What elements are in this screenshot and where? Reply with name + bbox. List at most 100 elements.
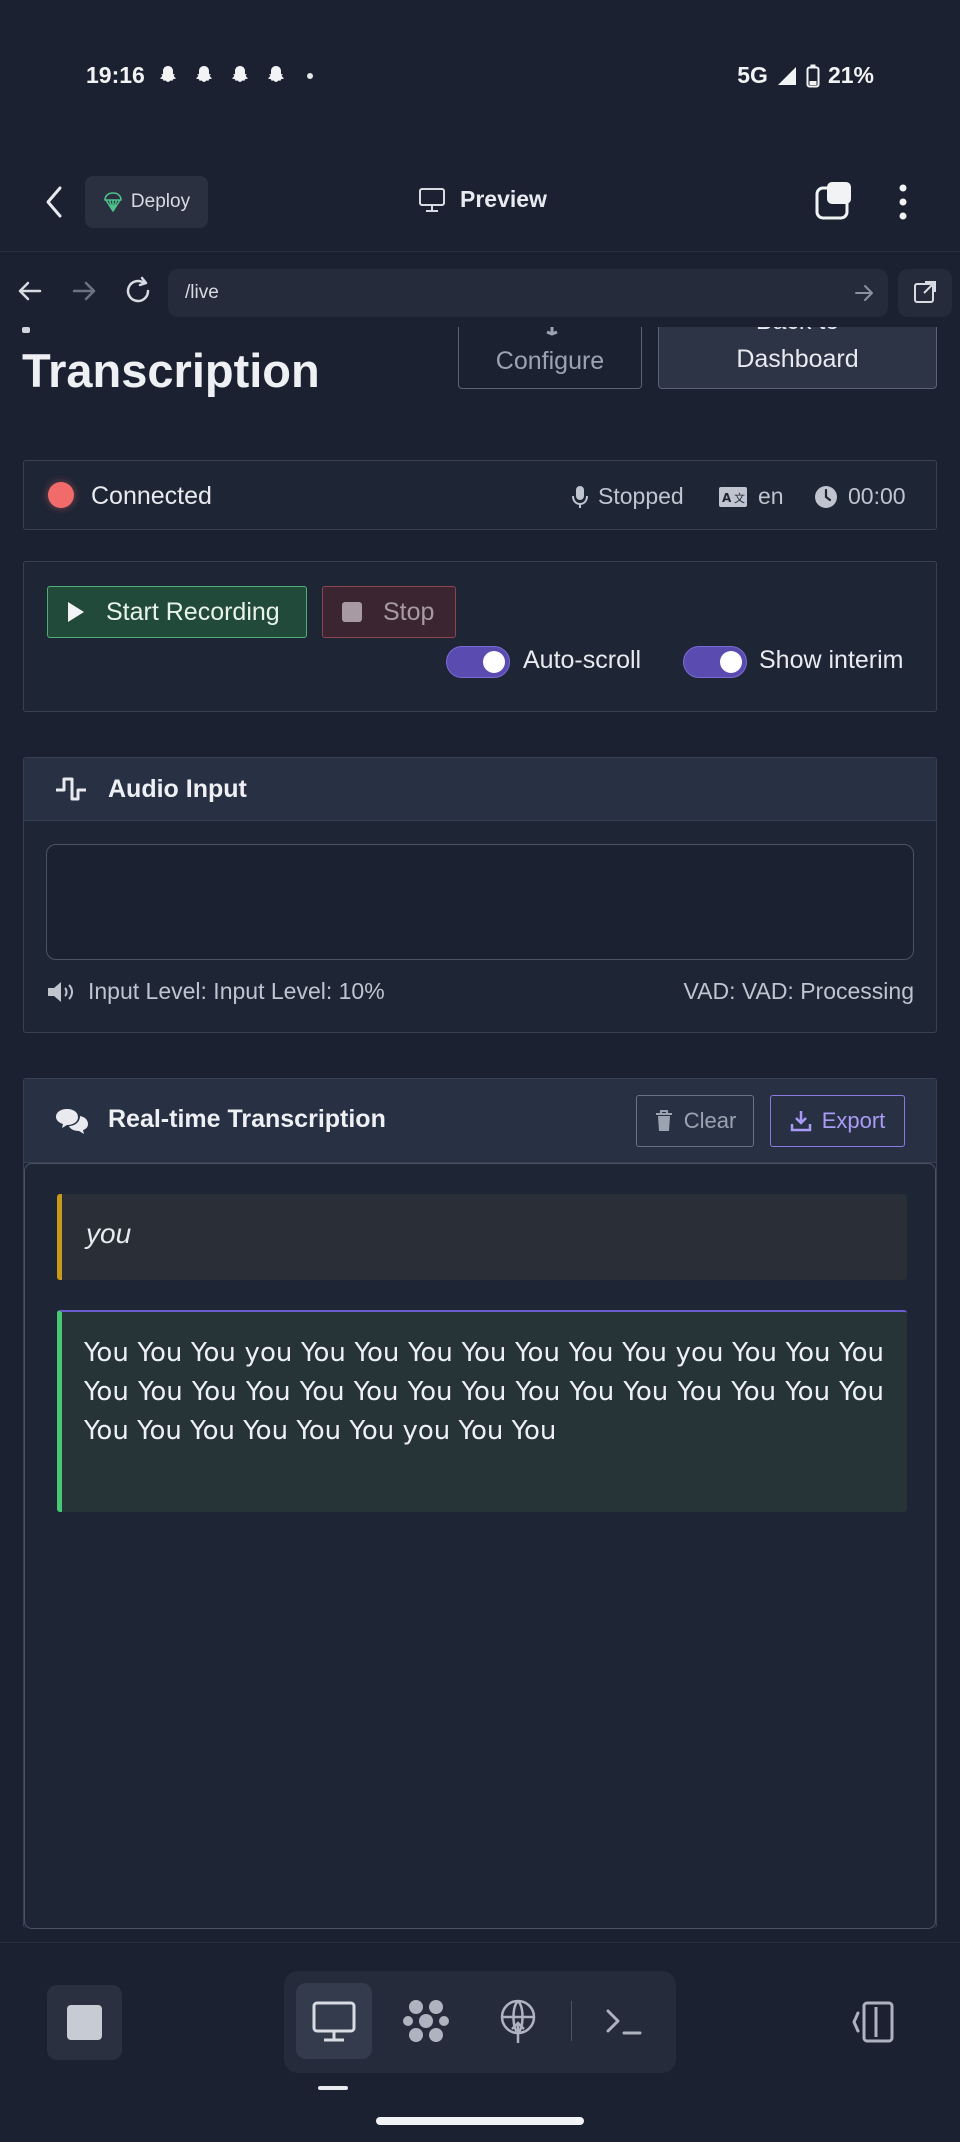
toolbar-divider <box>571 2001 572 2041</box>
gear-icon <box>546 327 558 336</box>
monitor-icon <box>419 187 445 212</box>
back-label-line1: Back to <box>659 327 936 340</box>
audio-input-panel: Audio Input Input Level: Input Level: 10… <box>23 757 937 1033</box>
view-switcher <box>284 1971 676 2073</box>
tabs-icon[interactable] <box>815 180 855 220</box>
snapchat-icon <box>231 65 248 82</box>
transcription-panel: Real-time Transcription Clear Export you… <box>23 1078 937 1929</box>
language-icon: A文 <box>719 486 747 507</box>
svg-text:文: 文 <box>734 491 745 505</box>
waveform-icon <box>56 777 86 801</box>
reload-icon[interactable] <box>122 275 154 307</box>
back-to-dashboard-button[interactable]: Back to Dashboard <box>658 327 937 389</box>
nodes-icon <box>403 2000 449 2042</box>
audio-input-header: Audio Input <box>24 758 936 821</box>
input-level-text: Input Level: Input Level: 10% <box>88 978 385 1004</box>
page-title: Transcription <box>22 344 320 397</box>
interim-text: you <box>86 1218 132 1249</box>
bottom-toolbar <box>0 1942 960 2142</box>
status-right-group: 5G 21% <box>737 62 874 89</box>
more-notifications-dot <box>306 72 313 79</box>
download-icon <box>790 1111 811 1132</box>
show-interim-toggle[interactable] <box>683 646 747 678</box>
page-content: Transcription Configure Back to Dashboar… <box>0 327 960 1942</box>
home-gesture-bar[interactable] <box>376 2117 584 2125</box>
browser-bar: /live <box>0 253 960 327</box>
interim-transcript: you <box>57 1194 907 1280</box>
snapchat-icon <box>159 65 176 82</box>
back-icon[interactable] <box>40 184 68 220</box>
final-text: You You You you You You You You You You … <box>84 1338 884 1446</box>
connection-indicator <box>48 482 74 508</box>
signal-icon <box>777 66 796 85</box>
preview-view-button[interactable] <box>296 1983 372 2059</box>
deploy-icon <box>104 192 122 212</box>
toggle-knob <box>483 651 505 673</box>
stop-button[interactable]: Stop <box>322 586 456 638</box>
export-button[interactable]: Export <box>770 1095 905 1147</box>
terminal-icon <box>606 2009 642 2035</box>
transcription-header: Real-time Transcription Clear Export <box>24 1079 936 1163</box>
recording-state: Stopped <box>572 483 684 510</box>
side-panel-icon[interactable] <box>850 1999 896 2045</box>
volume-icon <box>48 982 73 1002</box>
recording-controls: Start Recording Stop Auto-scroll Show in… <box>23 561 937 712</box>
go-arrow-icon[interactable] <box>852 281 876 305</box>
stop-app-button[interactable] <box>47 1985 122 2060</box>
url-text: /live <box>185 282 219 303</box>
open-external-button[interactable] <box>898 269 952 317</box>
trash-icon <box>655 1110 672 1131</box>
deploy-button[interactable]: Deploy <box>85 176 208 228</box>
transcription-title: Real-time Transcription <box>108 1105 386 1133</box>
clear-button[interactable]: Clear <box>636 1095 754 1147</box>
globe-upload-icon <box>500 1999 536 2043</box>
status-time-group: 19:16 <box>86 62 313 89</box>
active-view-indicator <box>318 2086 348 2090</box>
back-label-line2: Dashboard <box>736 345 859 373</box>
show-interim-label: Show interim <box>759 646 904 674</box>
snapchat-icon <box>195 65 212 82</box>
chevron-left-icon <box>734 327 735 328</box>
clock-icon <box>815 485 837 508</box>
start-recording-button[interactable]: Start Recording <box>47 586 307 638</box>
nav-forward-icon[interactable] <box>68 275 100 307</box>
nav-back-icon[interactable] <box>14 275 46 307</box>
recording-state-label: Stopped <box>598 483 684 509</box>
toggle-knob <box>720 651 742 673</box>
audio-input-title: Audio Input <box>108 775 247 803</box>
workflow-view-button[interactable] <box>388 1983 464 2059</box>
battery-icon <box>806 64 820 87</box>
url-field[interactable]: /live <box>168 269 888 317</box>
language-label: en <box>758 483 784 509</box>
connection-status: Connected <box>91 482 212 510</box>
network-label: 5G <box>737 62 768 88</box>
configure-label: Configure <box>495 347 605 375</box>
elapsed-label: 00:00 <box>848 483 906 509</box>
preview-title: Preview <box>418 186 547 213</box>
stop-icon <box>342 602 362 622</box>
snapchat-icon <box>267 65 284 82</box>
elapsed-timer: 00:00 <box>814 483 906 510</box>
battery-label: 21% <box>827 62 874 88</box>
status-time: 19:16 <box>86 62 145 88</box>
console-view-button[interactable] <box>586 1983 662 2059</box>
deploy-view-button[interactable] <box>480 1983 556 2059</box>
system-status-bar: 19:16 5G 21% <box>0 0 960 150</box>
microphone-icon <box>572 485 588 508</box>
clear-label: Clear <box>683 1108 737 1133</box>
audio-waveform-canvas <box>46 844 914 960</box>
transcript-scroll-area[interactable]: you You You You you You You You You You … <box>24 1163 936 1929</box>
connection-status-bar: Connected Stopped A文 en 00:00 <box>23 460 937 530</box>
auto-scroll-label: Auto-scroll <box>523 646 642 674</box>
configure-button[interactable]: Configure <box>458 327 642 389</box>
auto-scroll-toggle[interactable] <box>446 646 510 678</box>
deploy-label: Deploy <box>130 191 191 212</box>
chat-bubbles-icon <box>56 1109 88 1134</box>
stop-square-icon <box>67 2005 102 2040</box>
title-icon-fragment <box>22 327 30 333</box>
stop-label: Stop <box>383 597 435 626</box>
preview-label: Preview <box>460 186 547 212</box>
export-label: Export <box>821 1108 886 1133</box>
language-indicator: A文 en <box>718 483 784 510</box>
more-options-icon[interactable] <box>895 182 911 222</box>
